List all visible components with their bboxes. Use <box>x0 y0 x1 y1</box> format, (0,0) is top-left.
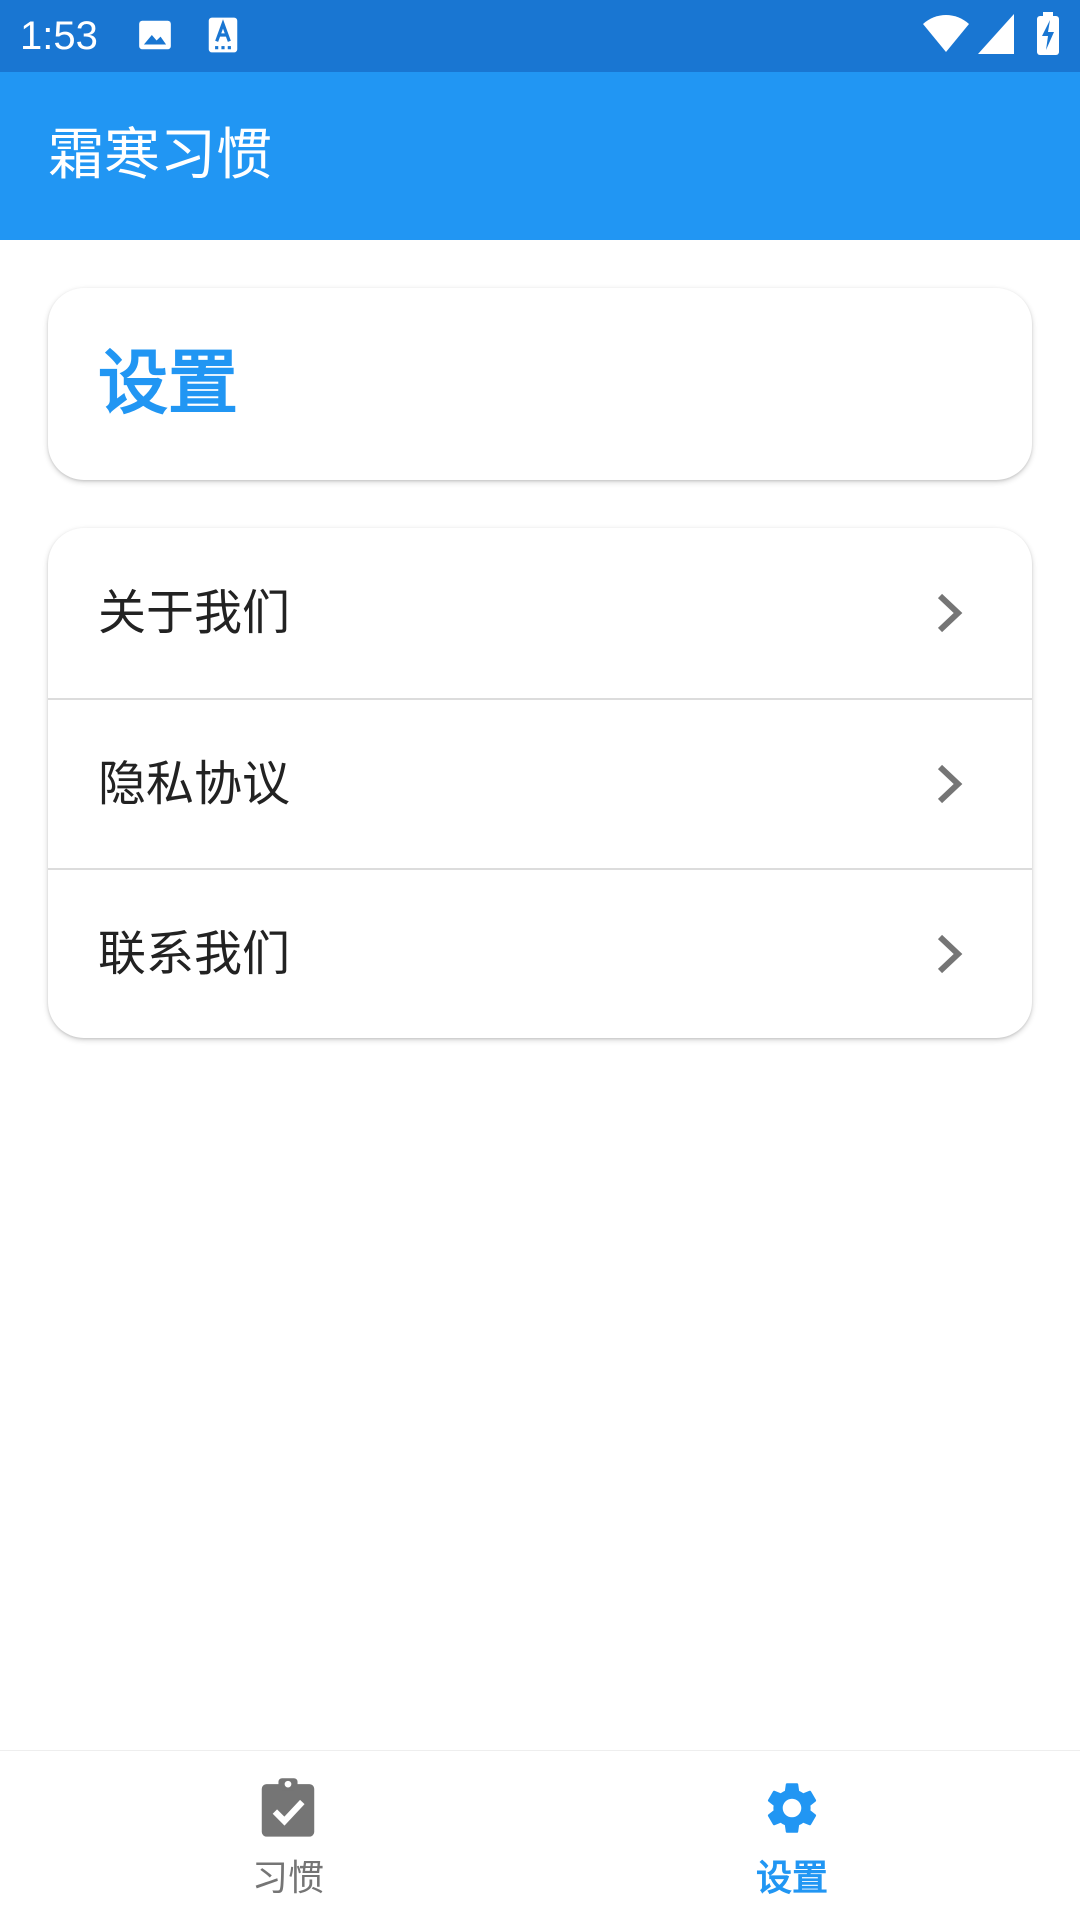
app-title: 霜寒习惯 <box>48 123 272 188</box>
settings-item-label: 联系我们 <box>98 926 291 982</box>
status-time: 1:53 <box>20 14 98 58</box>
signal-icon <box>978 14 1014 54</box>
gear-icon <box>761 1777 823 1839</box>
settings-item-label: 隐私协议 <box>98 756 291 812</box>
settings-item-about-us[interactable]: 关于我们 <box>48 528 1032 698</box>
settings-item-privacy-policy[interactable]: 隐私协议 <box>48 698 1032 868</box>
chevron-right-icon <box>934 933 964 975</box>
settings-list-card: 关于我们 隐私协议 联系我们 <box>48 528 1032 1038</box>
settings-header-card: 设置 <box>48 288 1032 480</box>
wifi-icon <box>922 14 970 54</box>
nav-item-habits[interactable]: 习惯 <box>18 1751 558 1921</box>
chevron-right-icon <box>934 763 964 805</box>
app-bar: 霜寒习惯 <box>0 72 1080 240</box>
nav-label-settings: 设置 <box>755 1858 828 1899</box>
battery-charging-icon <box>1036 12 1060 56</box>
settings-item-contact-us[interactable]: 联系我们 <box>48 868 1032 1038</box>
image-icon <box>136 16 174 54</box>
bottom-nav: 习惯 设置 <box>0 1750 1080 1920</box>
nav-item-settings[interactable]: 设置 <box>522 1751 1062 1921</box>
page-title: 设置 <box>98 342 238 424</box>
text-a-icon <box>206 16 240 54</box>
clipboard-check-icon <box>259 1777 317 1839</box>
nav-label-habits: 习惯 <box>251 1858 324 1899</box>
settings-item-label: 关于我们 <box>98 585 291 641</box>
chevron-right-icon <box>934 592 964 634</box>
status-bar: 1:53 <box>0 0 1080 72</box>
